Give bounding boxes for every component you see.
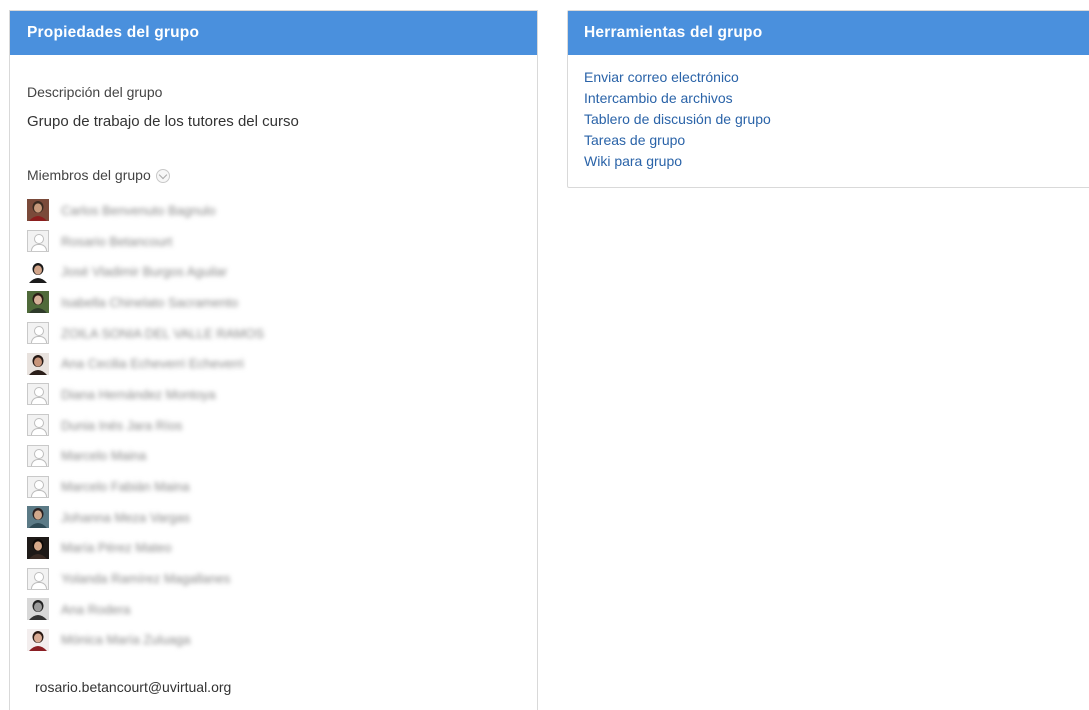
member-name[interactable]: Isabella Chinelato Sacramento: [61, 295, 238, 310]
tool-link[interactable]: Tablero de discusión de grupo: [584, 109, 771, 130]
member-email: rosario.betancourt@uvirtual.org: [35, 679, 232, 695]
member-name[interactable]: José Vladimir Burgos Aguilar: [61, 264, 227, 279]
member-avatar: [27, 199, 49, 222]
member-name[interactable]: Marcelo Fabián Maina: [61, 479, 190, 494]
member-name[interactable]: Dunia Inés Jara Ríos: [61, 418, 182, 433]
members-heading: Miembros del grupo: [27, 167, 170, 183]
member-name[interactable]: Rosario Betancourt: [61, 234, 172, 249]
description-label: Descripción del grupo: [27, 84, 163, 100]
description-value: Grupo de trabajo de los tutores del curs…: [27, 113, 299, 130]
member-avatar: [27, 598, 49, 621]
member-name[interactable]: Mónica María Zuluaga: [61, 632, 190, 647]
member-avatar: [27, 506, 49, 529]
member-name[interactable]: Diana Hernández Montoya: [61, 387, 216, 402]
member-row[interactable]: Rosario Betancourt: [27, 226, 264, 257]
member-row[interactable]: Carlos Benvenuto Bagnulo: [27, 195, 264, 226]
member-row[interactable]: Ana Rodera: [27, 594, 264, 625]
member-row[interactable]: ZOILA SONIA DEL VALLE RAMOS: [27, 318, 264, 349]
member-name[interactable]: Ana Rodera: [61, 602, 130, 617]
member-name[interactable]: Johanna Meza Vargas: [61, 510, 190, 525]
member-name[interactable]: Yolanda Ramírez Magallanes: [61, 571, 230, 586]
default-avatar-icon: [27, 383, 49, 406]
member-row[interactable]: Ana Cecilia Echeverri Echeverri: [27, 348, 264, 379]
member-row[interactable]: Johanna Meza Vargas: [27, 502, 264, 533]
member-name[interactable]: María Pérez Mateo: [61, 540, 172, 555]
member-row[interactable]: Diana Hernández Montoya: [27, 379, 264, 410]
members-list: Carlos Benvenuto Bagnulo Rosario Betancou…: [27, 195, 264, 655]
member-row[interactable]: Yolanda Ramírez Magallanes: [27, 563, 264, 594]
member-row[interactable]: Marcelo Fabián Maina: [27, 471, 264, 502]
default-avatar-icon: [27, 230, 49, 253]
member-row[interactable]: Mónica María Zuluaga: [27, 625, 264, 656]
member-avatar: [27, 352, 49, 375]
member-avatar: [27, 291, 49, 314]
group-properties-panel: Propiedades del grupo Descripción del gr…: [9, 10, 538, 710]
group-tools-panel: Herramientas del grupo Enviar correo ele…: [567, 10, 1089, 188]
member-name[interactable]: Carlos Benvenuto Bagnulo: [61, 203, 216, 218]
default-avatar-icon: [27, 322, 49, 345]
member-name[interactable]: ZOILA SONIA DEL VALLE RAMOS: [61, 326, 264, 341]
tool-link[interactable]: Wiki para grupo: [584, 151, 771, 172]
tool-link[interactable]: Enviar correo electrónico: [584, 67, 771, 88]
member-row[interactable]: María Pérez Mateo: [27, 533, 264, 564]
member-avatar: [27, 260, 49, 283]
member-avatar: [27, 536, 49, 559]
member-name[interactable]: Marcelo Maina: [61, 448, 146, 463]
default-avatar-icon: [27, 414, 49, 437]
member-row[interactable]: Isabella Chinelato Sacramento: [27, 287, 264, 318]
tool-link[interactable]: Intercambio de archivos: [584, 88, 771, 109]
members-label: Miembros del grupo: [27, 167, 151, 183]
default-avatar-icon: [27, 444, 49, 467]
group-tools-header: Herramientas del grupo: [568, 11, 1089, 55]
member-avatar: [27, 628, 49, 651]
default-avatar-icon: [27, 567, 49, 590]
tool-link[interactable]: Tareas de grupo: [584, 130, 771, 151]
tools-list: Enviar correo electrónico Intercambio de …: [584, 67, 771, 172]
default-avatar-icon: [27, 475, 49, 498]
member-name[interactable]: Ana Cecilia Echeverri Echeverri: [61, 356, 244, 371]
member-row[interactable]: José Vladimir Burgos Aguilar: [27, 256, 264, 287]
chevron-down-icon[interactable]: [155, 169, 170, 183]
group-properties-header: Propiedades del grupo: [10, 11, 537, 55]
member-row[interactable]: Marcelo Maina: [27, 441, 264, 472]
member-row[interactable]: Dunia Inés Jara Ríos: [27, 410, 264, 441]
